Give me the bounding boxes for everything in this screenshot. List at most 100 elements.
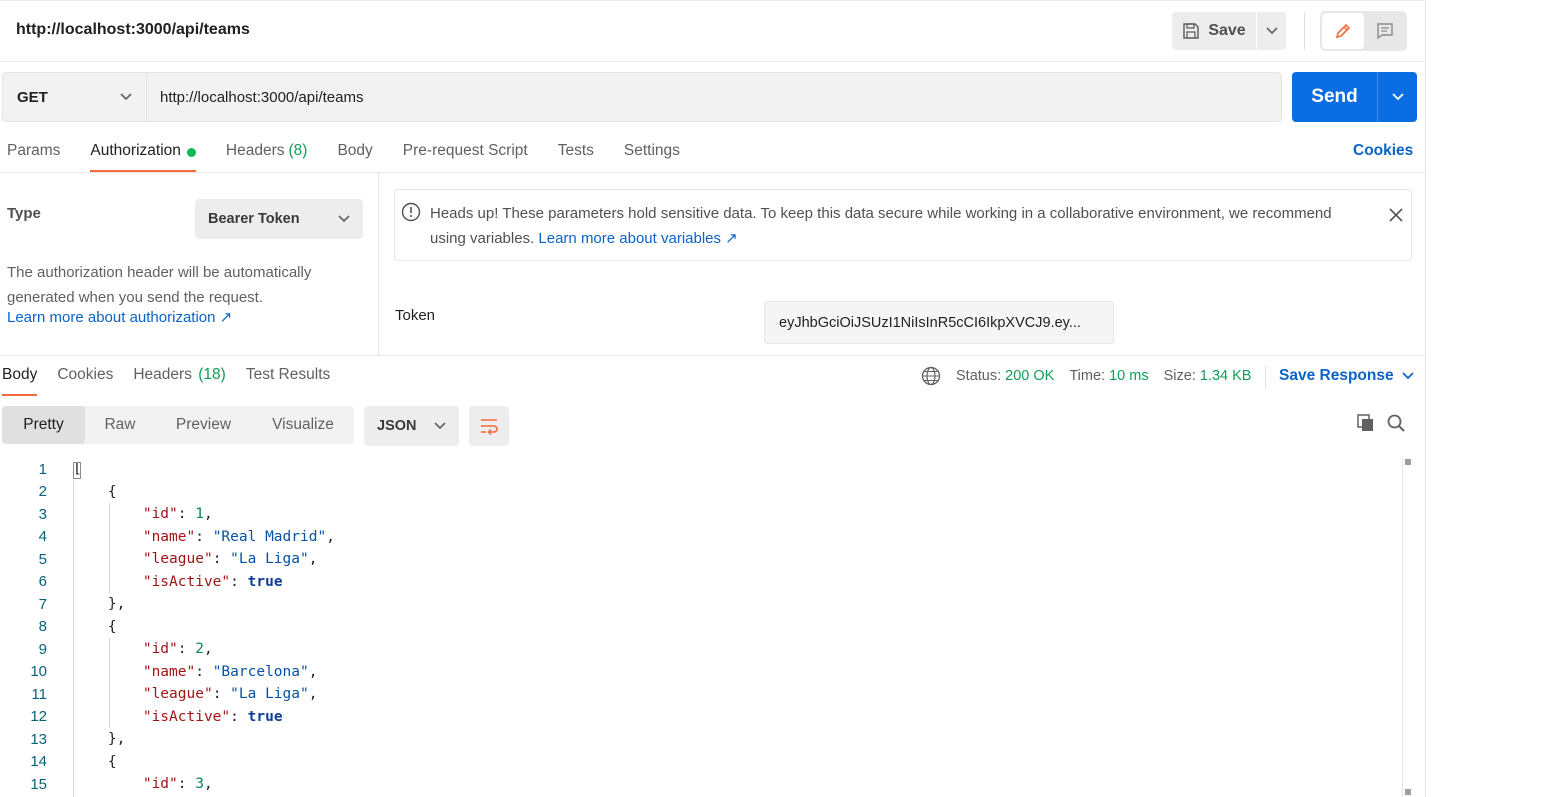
tab-label: Params xyxy=(7,142,61,159)
line-number: 15 xyxy=(30,775,47,793)
response-tab-cookies[interactable]: Cookies xyxy=(57,366,113,396)
cookies-link[interactable]: Cookies xyxy=(1353,142,1413,160)
globe-icon[interactable] xyxy=(921,366,941,386)
meta-divider xyxy=(1265,366,1266,388)
learn-more-variables-link[interactable]: Learn more about variables ↗ xyxy=(538,230,737,247)
json-boolean: true xyxy=(247,573,283,590)
token-input[interactable]: eyJhbGciOiJSUzI1NiIsInR5cCI6IkpXVCJ9.ey.… xyxy=(764,301,1114,344)
editor-scrollbar[interactable] xyxy=(1402,458,1414,797)
size-value: 1.34 KB xyxy=(1199,368,1252,384)
json-key: "league" xyxy=(142,686,213,703)
code-line: 9 "id": 2, xyxy=(0,638,1400,661)
token-label: Token xyxy=(395,307,436,324)
response-tab-headers[interactable]: Headers (18) xyxy=(133,366,225,396)
sensitive-data-alert: Heads up! These parameters hold sensitiv… xyxy=(394,189,1412,261)
code-text: "league": "La Liga", xyxy=(142,686,318,703)
auth-type-value: Bearer Token xyxy=(208,211,300,227)
time-label: Time: xyxy=(1069,368,1106,384)
view-mode-visualize[interactable]: Visualize xyxy=(252,406,354,444)
tab-label: Tests xyxy=(557,142,594,159)
wrap-lines-icon xyxy=(481,419,498,435)
response-body-editor[interactable]: 1[ 2 { 3 "id": 1, 4 "name": "Real Madrid… xyxy=(0,458,1400,797)
copy-icon[interactable] xyxy=(1356,413,1376,433)
status-label: Status: xyxy=(956,368,1002,384)
save-button[interactable]: Save xyxy=(1172,12,1256,50)
scroll-down-arrow[interactable] xyxy=(1405,789,1411,795)
chevron-down-icon xyxy=(120,93,132,101)
size-info[interactable]: Size: 1.34 KB xyxy=(1164,368,1252,384)
send-button[interactable]: Send xyxy=(1292,72,1377,122)
status-info[interactable]: Status: 200 OK xyxy=(956,368,1054,384)
line-number: 2 xyxy=(38,483,47,501)
time-info[interactable]: Time: 10 ms xyxy=(1069,368,1148,384)
tab-params[interactable]: Params xyxy=(7,142,60,172)
request-response-separator xyxy=(0,355,1426,356)
tab-tests[interactable]: Tests xyxy=(558,142,594,172)
chevron-down-icon xyxy=(1265,27,1278,35)
wrap-lines-button[interactable] xyxy=(469,406,509,446)
url-input[interactable]: http://localhost:3000/api/teams xyxy=(147,72,1282,122)
code-text: "isActive": true xyxy=(142,573,283,590)
auth-panel-divider xyxy=(378,173,379,355)
tab-label: Settings xyxy=(623,142,680,159)
alert-text: Heads up! These parameters hold sensitiv… xyxy=(430,201,1360,251)
method-select[interactable]: GET xyxy=(2,72,147,122)
close-icon[interactable] xyxy=(1388,207,1404,223)
bracket-match-highlight xyxy=(73,462,81,479)
postman-window: http://localhost:3000/api/teams Save GET… xyxy=(0,0,1426,797)
json-number: 2 xyxy=(195,641,204,658)
tab-settings[interactable]: Settings xyxy=(624,142,680,172)
code-text: "id": 3, xyxy=(142,776,213,793)
tabs-separator xyxy=(0,172,1426,173)
code-text: { xyxy=(73,618,117,635)
comment-mode-button[interactable] xyxy=(1366,13,1404,49)
line-number: 13 xyxy=(30,730,47,748)
learn-more-authorization-link[interactable]: Learn more about authorization ↗ xyxy=(7,308,232,326)
line-number: 6 xyxy=(38,573,47,591)
save-options-button[interactable] xyxy=(1256,12,1286,50)
tab-label: Headers xyxy=(225,142,285,159)
tab-body[interactable]: Body xyxy=(337,142,372,172)
save-response-button[interactable]: Save Response xyxy=(1279,367,1414,385)
response-tab-test-results[interactable]: Test Results xyxy=(246,366,330,396)
save-response-label: Save Response xyxy=(1279,367,1394,384)
format-select[interactable]: JSON xyxy=(364,406,459,446)
chevron-down-icon xyxy=(1401,372,1414,380)
format-value: JSON xyxy=(377,418,417,434)
json-number: 1 xyxy=(195,506,204,523)
response-tabs: Body Cookies Headers (18) Test Results xyxy=(2,366,350,396)
json-boolean: true xyxy=(247,708,283,725)
comment-icon xyxy=(1377,23,1393,40)
view-mode-pretty[interactable]: Pretty xyxy=(2,406,85,444)
view-mode-raw[interactable]: Raw xyxy=(85,406,155,444)
code-line: 3 "id": 1, xyxy=(0,503,1400,526)
response-meta: Status: 200 OK Time: 10 ms Size: 1.34 KB xyxy=(921,366,1266,386)
save-group: Save xyxy=(1172,12,1286,50)
tab-label: Body xyxy=(337,142,373,159)
send-group: Send xyxy=(1292,72,1417,122)
scroll-up-arrow[interactable] xyxy=(1405,459,1411,465)
json-string: "La Liga" xyxy=(230,551,309,568)
code-line: 10 "name": "Barcelona", xyxy=(0,661,1400,684)
save-label: Save xyxy=(1208,22,1246,39)
save-icon xyxy=(1183,23,1200,39)
code-text: { xyxy=(73,483,117,500)
line-number: 4 xyxy=(38,528,47,546)
json-key: "league" xyxy=(142,551,213,568)
edit-mode-button[interactable] xyxy=(1322,13,1364,49)
response-tab-body[interactable]: Body xyxy=(2,366,38,396)
tab-authorization[interactable]: Authorization xyxy=(90,142,197,172)
tab-label: Authorization xyxy=(90,142,181,159)
method-value: GET xyxy=(17,88,48,106)
search-icon[interactable] xyxy=(1386,413,1406,433)
tab-prerequest-script[interactable]: Pre-request Script xyxy=(403,142,528,172)
chevron-down-icon xyxy=(434,422,446,430)
auth-type-select[interactable]: Bearer Token xyxy=(195,199,363,239)
line-number: 10 xyxy=(30,663,47,681)
json-key: "isActive" xyxy=(142,573,231,590)
tab-headers[interactable]: Headers (8) xyxy=(226,142,308,172)
info-icon xyxy=(401,202,421,222)
json-string: "Barcelona" xyxy=(212,663,309,680)
view-mode-preview[interactable]: Preview xyxy=(155,406,252,444)
send-options-button[interactable] xyxy=(1377,72,1417,122)
